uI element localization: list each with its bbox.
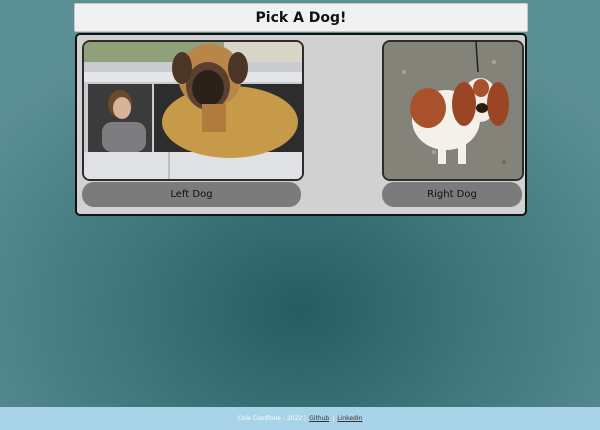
right-dog-image <box>384 42 522 179</box>
footer-separator: | <box>332 415 335 422</box>
page-header: Pick A Dog! <box>74 3 528 32</box>
right-dog-photo[interactable] <box>382 40 524 181</box>
pick-right-dog-button[interactable]: Right Dog <box>382 182 522 207</box>
left-dog-photo[interactable] <box>82 40 304 181</box>
pick-left-dog-button[interactable]: Left Dog <box>82 182 301 207</box>
dog-choice-panel: Left Dog Right Dog <box>75 33 527 216</box>
linkedin-link[interactable]: LinkedIn <box>337 415 362 422</box>
left-dog-image <box>84 42 302 179</box>
page-title: Pick A Dog! <box>255 9 347 26</box>
github-link[interactable]: Github <box>309 415 329 422</box>
page-footer: Cole Cianflone - 2022 | Github | LinkedI… <box>0 407 600 430</box>
footer-credit: Cole Cianflone - 2022 | <box>237 415 307 422</box>
